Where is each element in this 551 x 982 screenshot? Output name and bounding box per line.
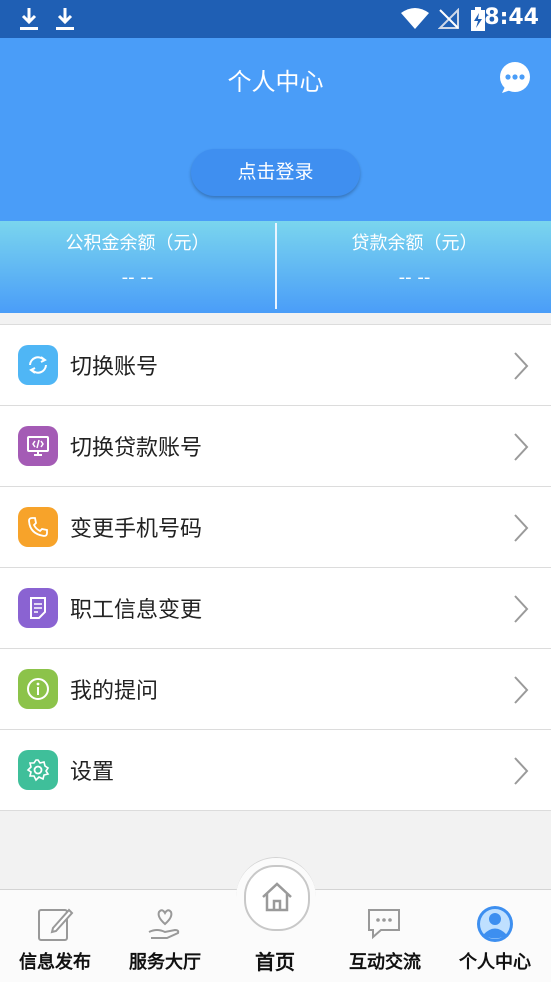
tab-label: 互动交流 [349, 952, 421, 973]
menu-item-settings[interactable]: 设置 [0, 730, 551, 811]
balance-panel: 公积金余额（元） -- -- 贷款余额（元） -- -- [0, 221, 551, 313]
fund-balance-label: 公积金余额（元） [65, 233, 210, 254]
menu-item-my-questions[interactable]: 我的提问 [0, 649, 551, 730]
gear-icon [18, 750, 58, 790]
status-bar: 8:44 [0, 0, 551, 38]
chevron-right-icon [514, 757, 529, 785]
menu-item-change-phone[interactable]: 变更手机号码 [0, 487, 551, 568]
signal-off-icon [438, 8, 459, 29]
chevron-right-icon [514, 433, 529, 461]
chat-bubble-icon[interactable] [497, 60, 533, 96]
chevron-right-icon [514, 676, 529, 704]
page-title: 个人中心 [227, 68, 324, 96]
menu-item-label: 切换账号 [70, 355, 159, 380]
tab-home[interactable] [244, 865, 310, 931]
tab-label: 服务大厅 [129, 952, 201, 973]
wifi-icon [401, 8, 429, 29]
loan-balance: 贷款余额（元） -- -- [277, 221, 551, 313]
menu-item-label: 设置 [70, 760, 115, 785]
tab-interaction[interactable]: 互动交流 [330, 890, 440, 982]
fund-balance: 公积金余额（元） -- -- [0, 221, 275, 313]
chevron-right-icon [514, 595, 529, 623]
user-icon [477, 906, 513, 942]
home-icon [262, 882, 292, 912]
edit-icon [38, 908, 74, 941]
menu-item-label: 职工信息变更 [70, 598, 203, 623]
tab-service-hall[interactable]: 服务大厅 [110, 890, 220, 982]
menu-item-employee-info[interactable]: 职工信息变更 [0, 568, 551, 649]
hand-heart-icon [148, 909, 180, 939]
profile-header: 个人中心 点击登录 [0, 38, 551, 221]
tab-profile[interactable]: 个人中心 [440, 890, 550, 982]
phone-icon [18, 507, 58, 547]
loan-balance-value: -- -- [398, 267, 431, 288]
menu-item-switch-account[interactable]: 切换账号 [0, 325, 551, 406]
loan-balance-label: 贷款余额（元） [351, 233, 478, 254]
menu-item-label: 变更手机号码 [70, 517, 203, 542]
tab-label: 个人中心 [459, 952, 531, 973]
download-icon [56, 8, 74, 30]
menu-item-label: 我的提问 [70, 679, 159, 704]
switch-account-icon [18, 345, 58, 385]
chevron-right-icon [514, 514, 529, 542]
login-button[interactable]: 点击登录 [191, 149, 360, 196]
tab-news[interactable]: 信息发布 [0, 890, 110, 982]
chevron-right-icon [514, 352, 529, 380]
document-icon [18, 588, 58, 628]
download-icon [20, 8, 38, 30]
chat-icon [368, 909, 400, 940]
info-icon [18, 669, 58, 709]
tab-label: 信息发布 [19, 952, 91, 973]
fund-balance-value: -- -- [121, 267, 154, 288]
menu-item-switch-loan-account[interactable]: 切换贷款账号 [0, 406, 551, 487]
loan-account-icon [18, 426, 58, 466]
tab-home-label: 首页 [255, 950, 295, 974]
clock: 8:44 [484, 5, 539, 30]
menu-list: 切换账号 切换贷款账号 变更手机号码 职工信息变更 我的提问 设置 [0, 324, 551, 811]
menu-item-label: 切换贷款账号 [70, 436, 203, 461]
